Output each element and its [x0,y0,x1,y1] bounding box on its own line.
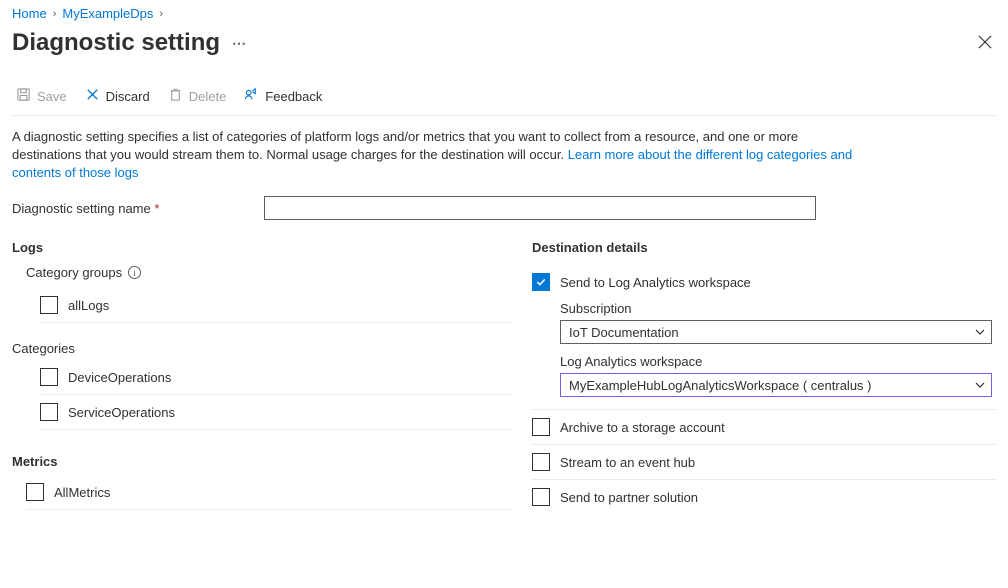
chevron-down-icon [975,327,985,337]
allmetrics-checkbox[interactable] [26,483,44,501]
category-label: DeviceOperations [68,370,171,385]
delete-label: Delete [189,89,227,104]
discard-label: Discard [106,89,150,104]
archive-label: Archive to a storage account [560,420,725,435]
workspace-select[interactable]: MyExampleHubLogAnalyticsWorkspace ( cent… [560,373,992,397]
chevron-right-icon: › [159,8,163,20]
partner-label: Send to partner solution [560,490,698,505]
allmetrics-row: AllMetrics [26,475,512,510]
discard-button[interactable]: Discard [85,87,150,105]
category-groups-heading: Category groups i [26,265,512,280]
close-button[interactable] [974,31,996,56]
alllogs-label: allLogs [68,298,109,313]
diagnostic-name-row: Diagnostic setting name * [12,196,996,220]
workspace-value: MyExampleHubLogAnalyticsWorkspace ( cent… [569,378,872,393]
subscription-value: IoT Documentation [569,325,679,340]
diagnostic-name-input[interactable] [264,196,816,220]
dest-archive: Archive to a storage account [532,410,996,445]
eventhub-checkbox[interactable] [532,453,550,471]
workspace-label: Log Analytics workspace [560,354,996,369]
feedback-icon [244,87,259,105]
page-title: Diagnostic setting ⋯ [12,29,248,57]
breadcrumb: Home › MyExampleDps › [12,6,996,21]
metrics-heading: Metrics [12,454,512,469]
destination-heading: Destination details [532,240,996,255]
alllogs-row: allLogs [40,288,512,323]
chevron-right-icon: › [53,8,57,20]
category-label: ServiceOperations [68,405,175,420]
categories-heading: Categories [12,341,512,356]
category-row: DeviceOperations [40,360,512,395]
partner-checkbox[interactable] [532,488,550,506]
save-label: Save [37,89,67,104]
allmetrics-label: AllMetrics [54,485,110,500]
dest-log-analytics: Send to Log Analytics workspace Subscrip… [532,265,996,410]
save-button[interactable]: Save [16,87,67,105]
log-analytics-checkbox[interactable] [532,273,550,291]
feedback-label: Feedback [265,89,322,104]
logs-heading: Logs [12,240,512,255]
dest-partner: Send to partner solution [532,480,996,514]
more-actions-icon[interactable]: ⋯ [232,35,248,52]
close-icon [978,35,992,49]
toolbar: Save Discard Delete Feedback [12,79,996,116]
save-icon [16,87,31,105]
subscription-select[interactable]: IoT Documentation [560,320,992,344]
info-icon[interactable]: i [128,266,141,279]
feedback-button[interactable]: Feedback [244,87,322,105]
category-row: ServiceOperations [40,395,512,430]
category-checkbox[interactable] [40,403,58,421]
chevron-down-icon [975,380,985,390]
discard-icon [85,87,100,105]
dest-eventhub: Stream to an event hub [532,445,996,480]
subscription-label: Subscription [560,301,996,316]
log-analytics-label: Send to Log Analytics workspace [560,275,751,290]
breadcrumb-home[interactable]: Home [12,6,47,21]
diagnostic-name-label: Diagnostic setting name * [12,201,264,216]
alllogs-checkbox[interactable] [40,296,58,314]
checkmark-icon [535,276,547,288]
delete-icon [168,87,183,105]
eventhub-label: Stream to an event hub [560,455,695,470]
breadcrumb-resource[interactable]: MyExampleDps [62,6,153,21]
title-row: Diagnostic setting ⋯ [12,29,996,57]
archive-checkbox[interactable] [532,418,550,436]
category-checkbox[interactable] [40,368,58,386]
page-title-text: Diagnostic setting [12,29,220,57]
intro-text: A diagnostic setting specifies a list of… [12,116,862,182]
delete-button[interactable]: Delete [168,87,227,105]
